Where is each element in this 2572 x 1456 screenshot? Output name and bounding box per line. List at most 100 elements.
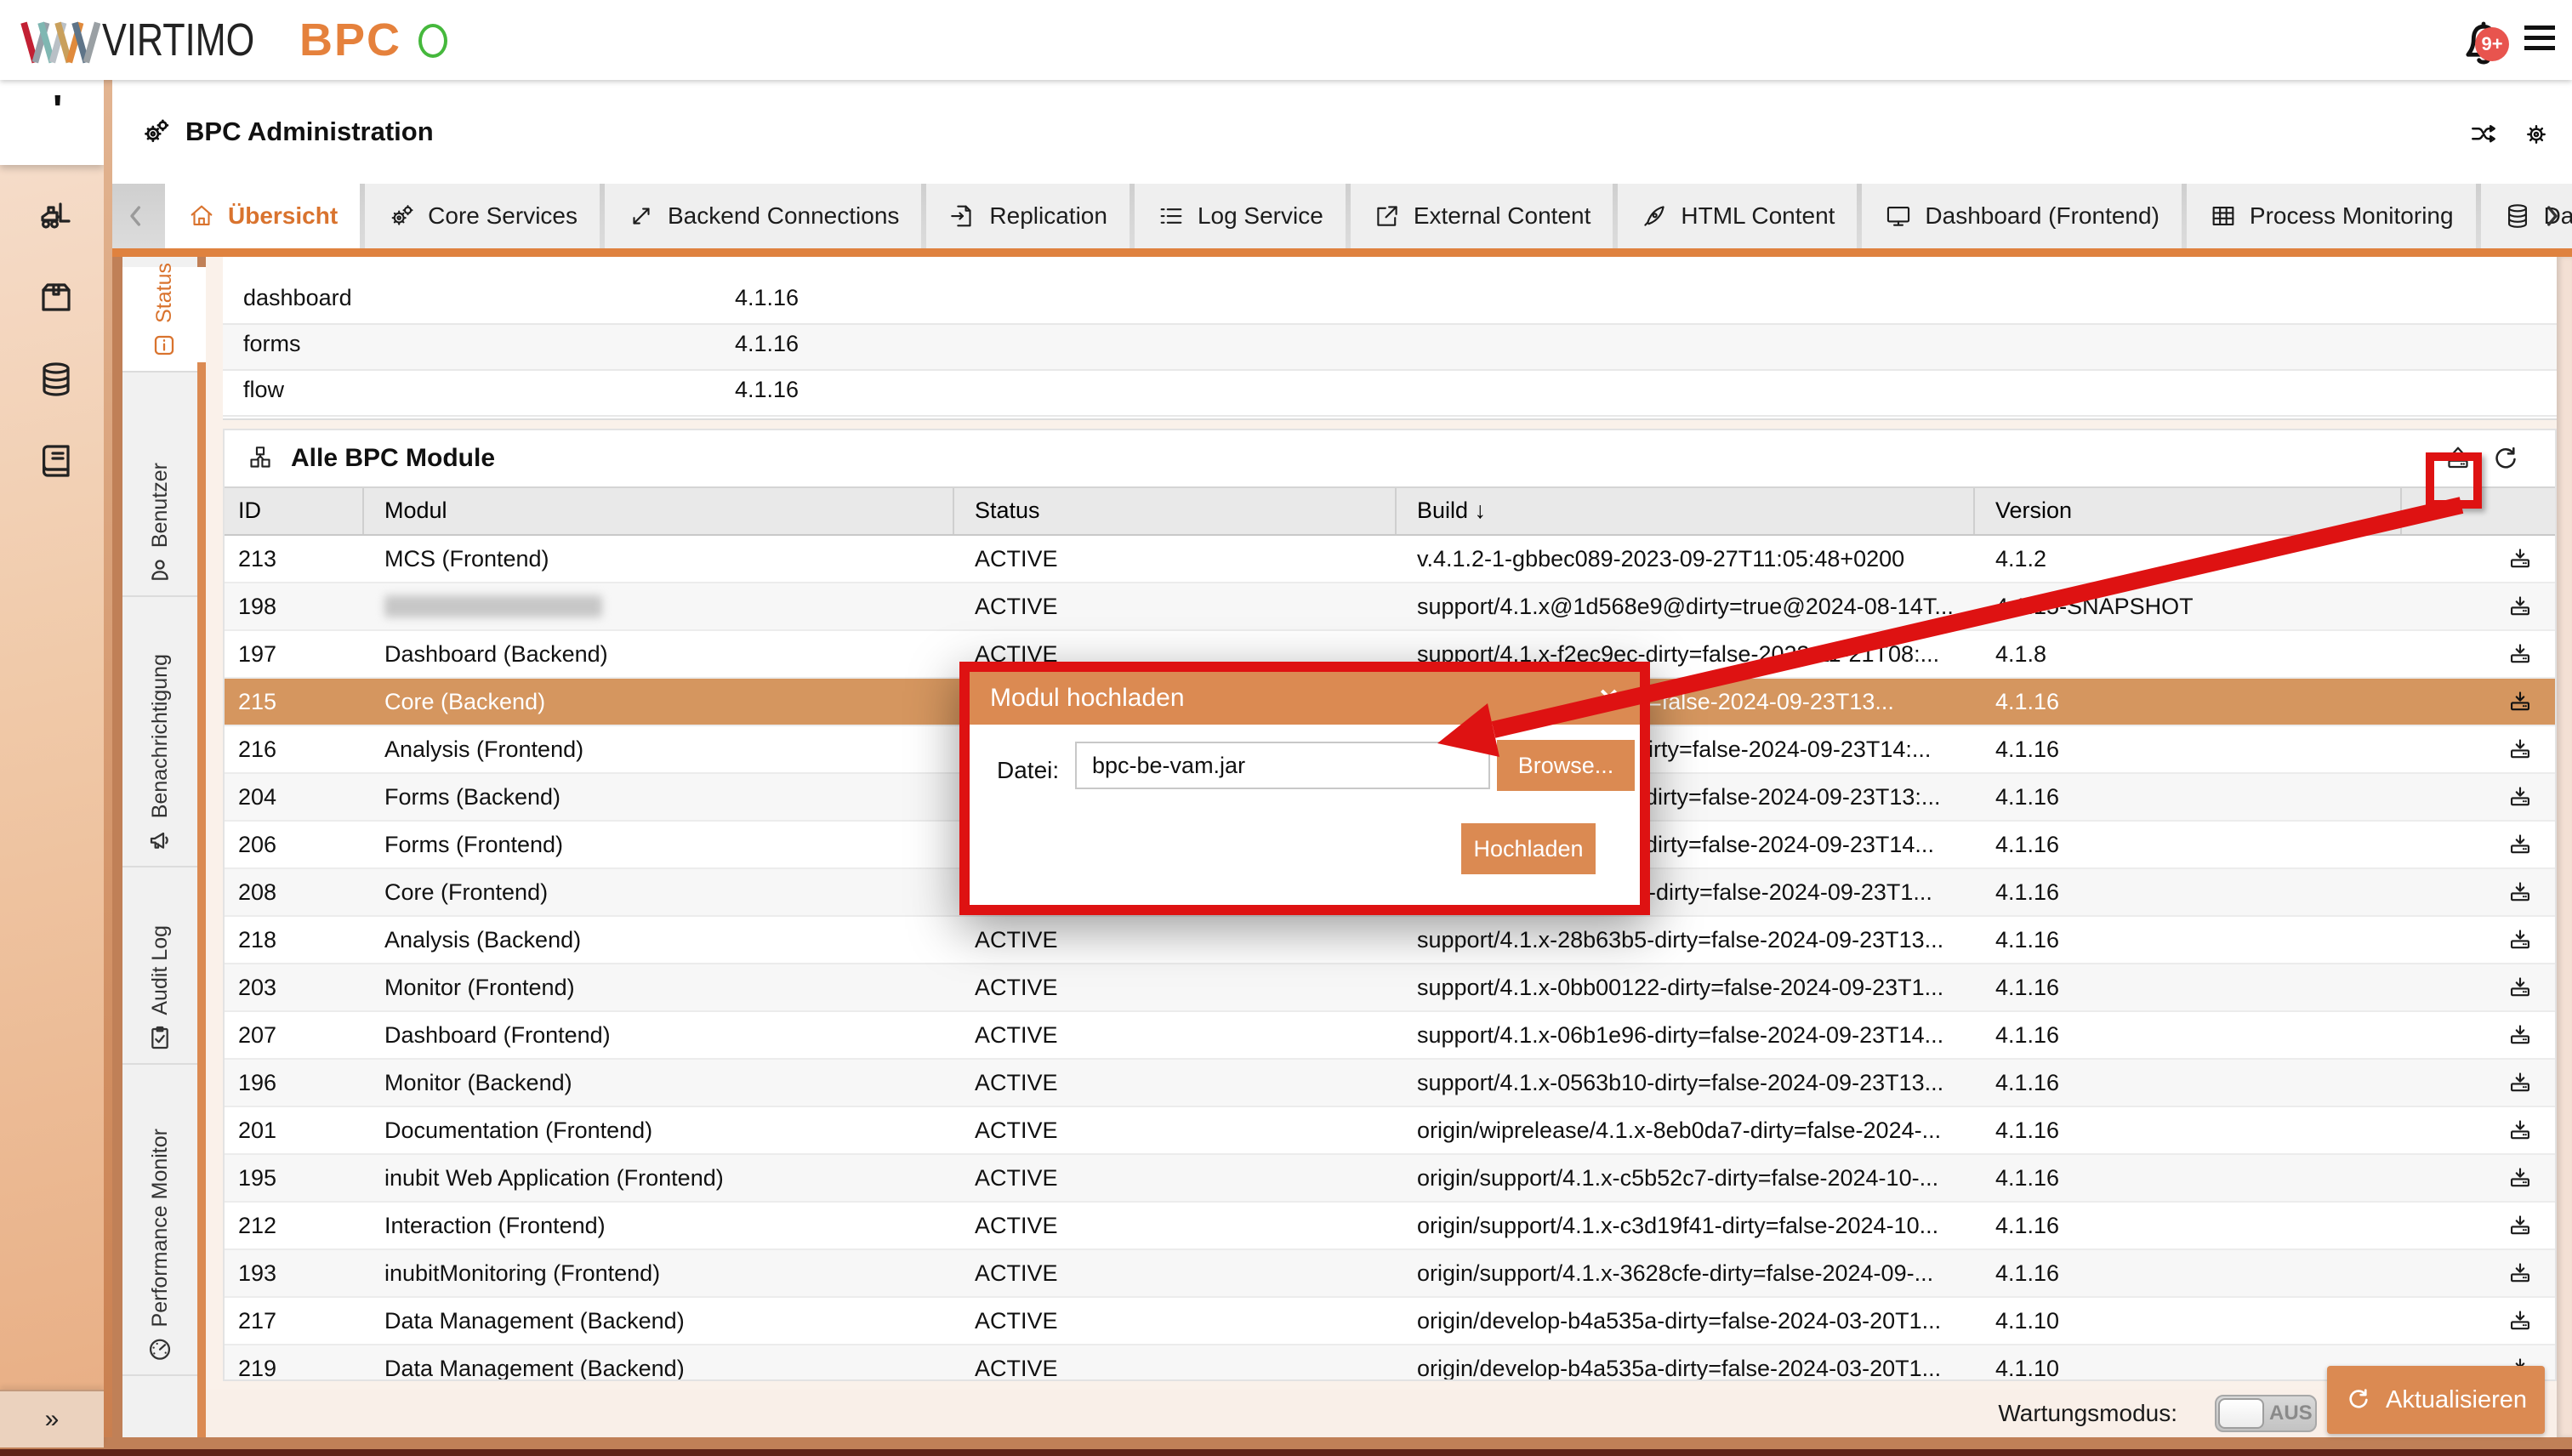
collapsed-logo-mark: ' xyxy=(53,87,62,134)
file-input[interactable] xyxy=(1075,742,1490,789)
module-row-219[interactable]: 219Data Management (Backend)ACTIVEorigin… xyxy=(225,1345,2555,1381)
download-module-icon[interactable] xyxy=(2506,1211,2535,1240)
module-id: 208 xyxy=(225,879,364,906)
version-row-forms[interactable]: forms4.1.16 xyxy=(223,325,2557,371)
menu-icon[interactable] xyxy=(2524,26,2555,56)
column-header-status[interactable]: Status xyxy=(954,488,1397,534)
tab-übersicht[interactable]: Übersicht xyxy=(165,184,360,248)
download-module-icon[interactable] xyxy=(2506,1306,2535,1335)
dialog-header[interactable]: Modul hochladen ✕ xyxy=(970,672,1640,725)
download-module-icon[interactable] xyxy=(2506,592,2535,621)
download-module-icon[interactable] xyxy=(2506,544,2535,573)
vertical-tab-benutzer[interactable]: Benutzer xyxy=(122,373,197,597)
column-header-modul[interactable]: Modul xyxy=(364,488,954,534)
content-accent-border xyxy=(197,362,206,1437)
tab-dashboard-frontend-[interactable]: Dashboard (Frontend) xyxy=(1862,184,2181,248)
download-module-icon[interactable] xyxy=(2506,1116,2535,1145)
package-icon[interactable] xyxy=(36,277,77,318)
book-icon[interactable] xyxy=(36,441,77,481)
sidebar-expand-button[interactable]: » xyxy=(0,1390,104,1447)
db-icon xyxy=(2503,202,2532,230)
vertical-tab-status[interactable]: Status xyxy=(122,267,206,373)
module-build: origin/develop-b4a535a-dirty=false-2024-… xyxy=(1397,1356,1975,1382)
refresh-button[interactable]: Aktualisieren xyxy=(2327,1366,2545,1434)
tab-process-monitoring[interactable]: Process Monitoring xyxy=(2187,184,2476,248)
sidebar-logo-tile[interactable]: ' xyxy=(0,80,104,165)
module-row-203[interactable]: 203Monitor (Frontend)ACTIVEsupport/4.1.x… xyxy=(225,964,2555,1012)
column-header-id[interactable]: ID xyxy=(225,488,364,534)
download-module-icon[interactable] xyxy=(2506,925,2535,954)
download-module-icon[interactable] xyxy=(2506,782,2535,811)
module-id: 197 xyxy=(225,641,364,668)
module-status: ACTIVE xyxy=(954,1356,1397,1382)
download-module-icon[interactable] xyxy=(2506,735,2535,764)
tab-backend-connections[interactable]: Backend Connections xyxy=(605,184,921,248)
version-row-dashboard[interactable]: dashboard4.1.16 xyxy=(223,257,2557,325)
download-module-icon[interactable] xyxy=(2506,830,2535,859)
module-row-217[interactable]: 217Data Management (Backend)ACTIVEorigin… xyxy=(225,1298,2555,1345)
module-row-193[interactable]: 193inubitMonitoring (Frontend)ACTIVEorig… xyxy=(225,1250,2555,1298)
module-status: ACTIVE xyxy=(954,1165,1397,1192)
megaphone-icon xyxy=(146,827,174,854)
browse-button[interactable]: Browse... xyxy=(1497,740,1635,791)
tab-core-services[interactable]: Core Services xyxy=(365,184,600,248)
download-module-icon[interactable] xyxy=(2506,1163,2535,1192)
vertical-tab-label: Benachrichtigung xyxy=(148,654,173,818)
person-icon xyxy=(146,556,174,583)
settings-gear-icon[interactable] xyxy=(2521,119,2552,150)
download-module-icon[interactable] xyxy=(2506,1068,2535,1097)
module-version: 4.1.2 xyxy=(1975,546,2402,572)
forklift-icon[interactable] xyxy=(36,194,77,235)
download-module-icon[interactable] xyxy=(2506,1259,2535,1288)
module-row-196[interactable]: 196Monitor (Backend)ACTIVEsupport/4.1.x-… xyxy=(225,1060,2555,1107)
module-row-213[interactable]: 213MCS (Frontend)ACTIVEv.4.1.2-1-gbbec08… xyxy=(225,536,2555,583)
toggle-state-label: AUS xyxy=(2269,1402,2313,1425)
toggle-knob[interactable] xyxy=(2218,1398,2264,1429)
module-row-195[interactable]: 195inubit Web Application (Frontend)ACTI… xyxy=(225,1155,2555,1203)
redacted-blur xyxy=(384,595,602,617)
upload-button[interactable]: Hochladen xyxy=(1461,823,1596,874)
module-status: ACTIVE xyxy=(954,1308,1397,1334)
module-row-207[interactable]: 207Dashboard (Frontend)ACTIVEsupport/4.1… xyxy=(225,1012,2555,1060)
module-version: 4.1.16 xyxy=(1975,689,2402,715)
module-row-201[interactable]: 201Documentation (Frontend)ACTIVEorigin/… xyxy=(225,1107,2555,1155)
database-icon[interactable] xyxy=(36,359,77,400)
maintenance-toggle[interactable]: AUS xyxy=(2215,1395,2317,1432)
vertical-tab-audit-log[interactable]: Audit Log xyxy=(122,867,197,1065)
download-module-icon[interactable] xyxy=(2506,687,2535,716)
tab-html-content[interactable]: HTML Content xyxy=(1618,184,1857,248)
module-id: 207 xyxy=(225,1022,364,1049)
version-row-flow[interactable]: flow4.1.16 xyxy=(223,371,2557,417)
tab-external-content[interactable]: External Content xyxy=(1351,184,1613,248)
module-name: inubitMonitoring (Frontend) xyxy=(364,1260,954,1287)
module-row-218[interactable]: 218Analysis (Backend)ACTIVEsupport/4.1.x… xyxy=(225,917,2555,964)
gauge-icon xyxy=(146,1335,174,1362)
module-row-212[interactable]: 212Interaction (Frontend)ACTIVEorigin/su… xyxy=(225,1203,2555,1250)
replication-icon xyxy=(948,202,977,230)
tab-log-service[interactable]: Log Service xyxy=(1135,184,1346,248)
tabs-scroll-right-icon[interactable] xyxy=(2535,199,2569,233)
module-build: origin/support/4.1.x-c3d19f41-dirty=fals… xyxy=(1397,1213,1975,1239)
module-row-198[interactable]: 198ACTIVEsupport/4.1.x@1d568e9@dirty=tru… xyxy=(225,583,2555,631)
vertical-tab-performance-monitor[interactable]: Performance Monitor xyxy=(122,1065,197,1376)
download-module-icon[interactable] xyxy=(2506,878,2535,907)
column-header-version[interactable]: Version xyxy=(1975,488,2402,534)
app-sidebar: ' » xyxy=(0,80,112,1437)
module-build: support/4.1.x-06b1e96-dirty=false-2024-0… xyxy=(1397,1022,1975,1049)
vertical-tab-benachrichtigung[interactable]: Benachrichtigung xyxy=(122,597,197,867)
shuffle-icon[interactable] xyxy=(2468,119,2499,150)
tab-replication[interactable]: Replication xyxy=(926,184,1130,248)
download-module-icon[interactable] xyxy=(2506,640,2535,668)
close-icon[interactable]: ✕ xyxy=(1598,684,1619,714)
module-build: origin/support/4.1.x-c5b52c7-dirty=false… xyxy=(1397,1165,1975,1192)
download-module-icon[interactable] xyxy=(2506,1021,2535,1049)
vertical-scrollbar[interactable] xyxy=(2557,257,2572,1437)
module-version: 4.1.16 xyxy=(1975,1213,2402,1239)
module-id: 217 xyxy=(225,1308,364,1334)
refresh-table-icon[interactable] xyxy=(2490,444,2521,475)
download-module-icon[interactable] xyxy=(2506,973,2535,1002)
column-header-build[interactable]: Build ↓ xyxy=(1397,488,1975,534)
tabs-scroll-left-icon[interactable] xyxy=(119,199,153,233)
vertical-tab-strip: StatusBenutzerBenachrichtigungAudit LogP… xyxy=(122,257,197,1437)
refresh-icon xyxy=(2345,1386,2372,1413)
